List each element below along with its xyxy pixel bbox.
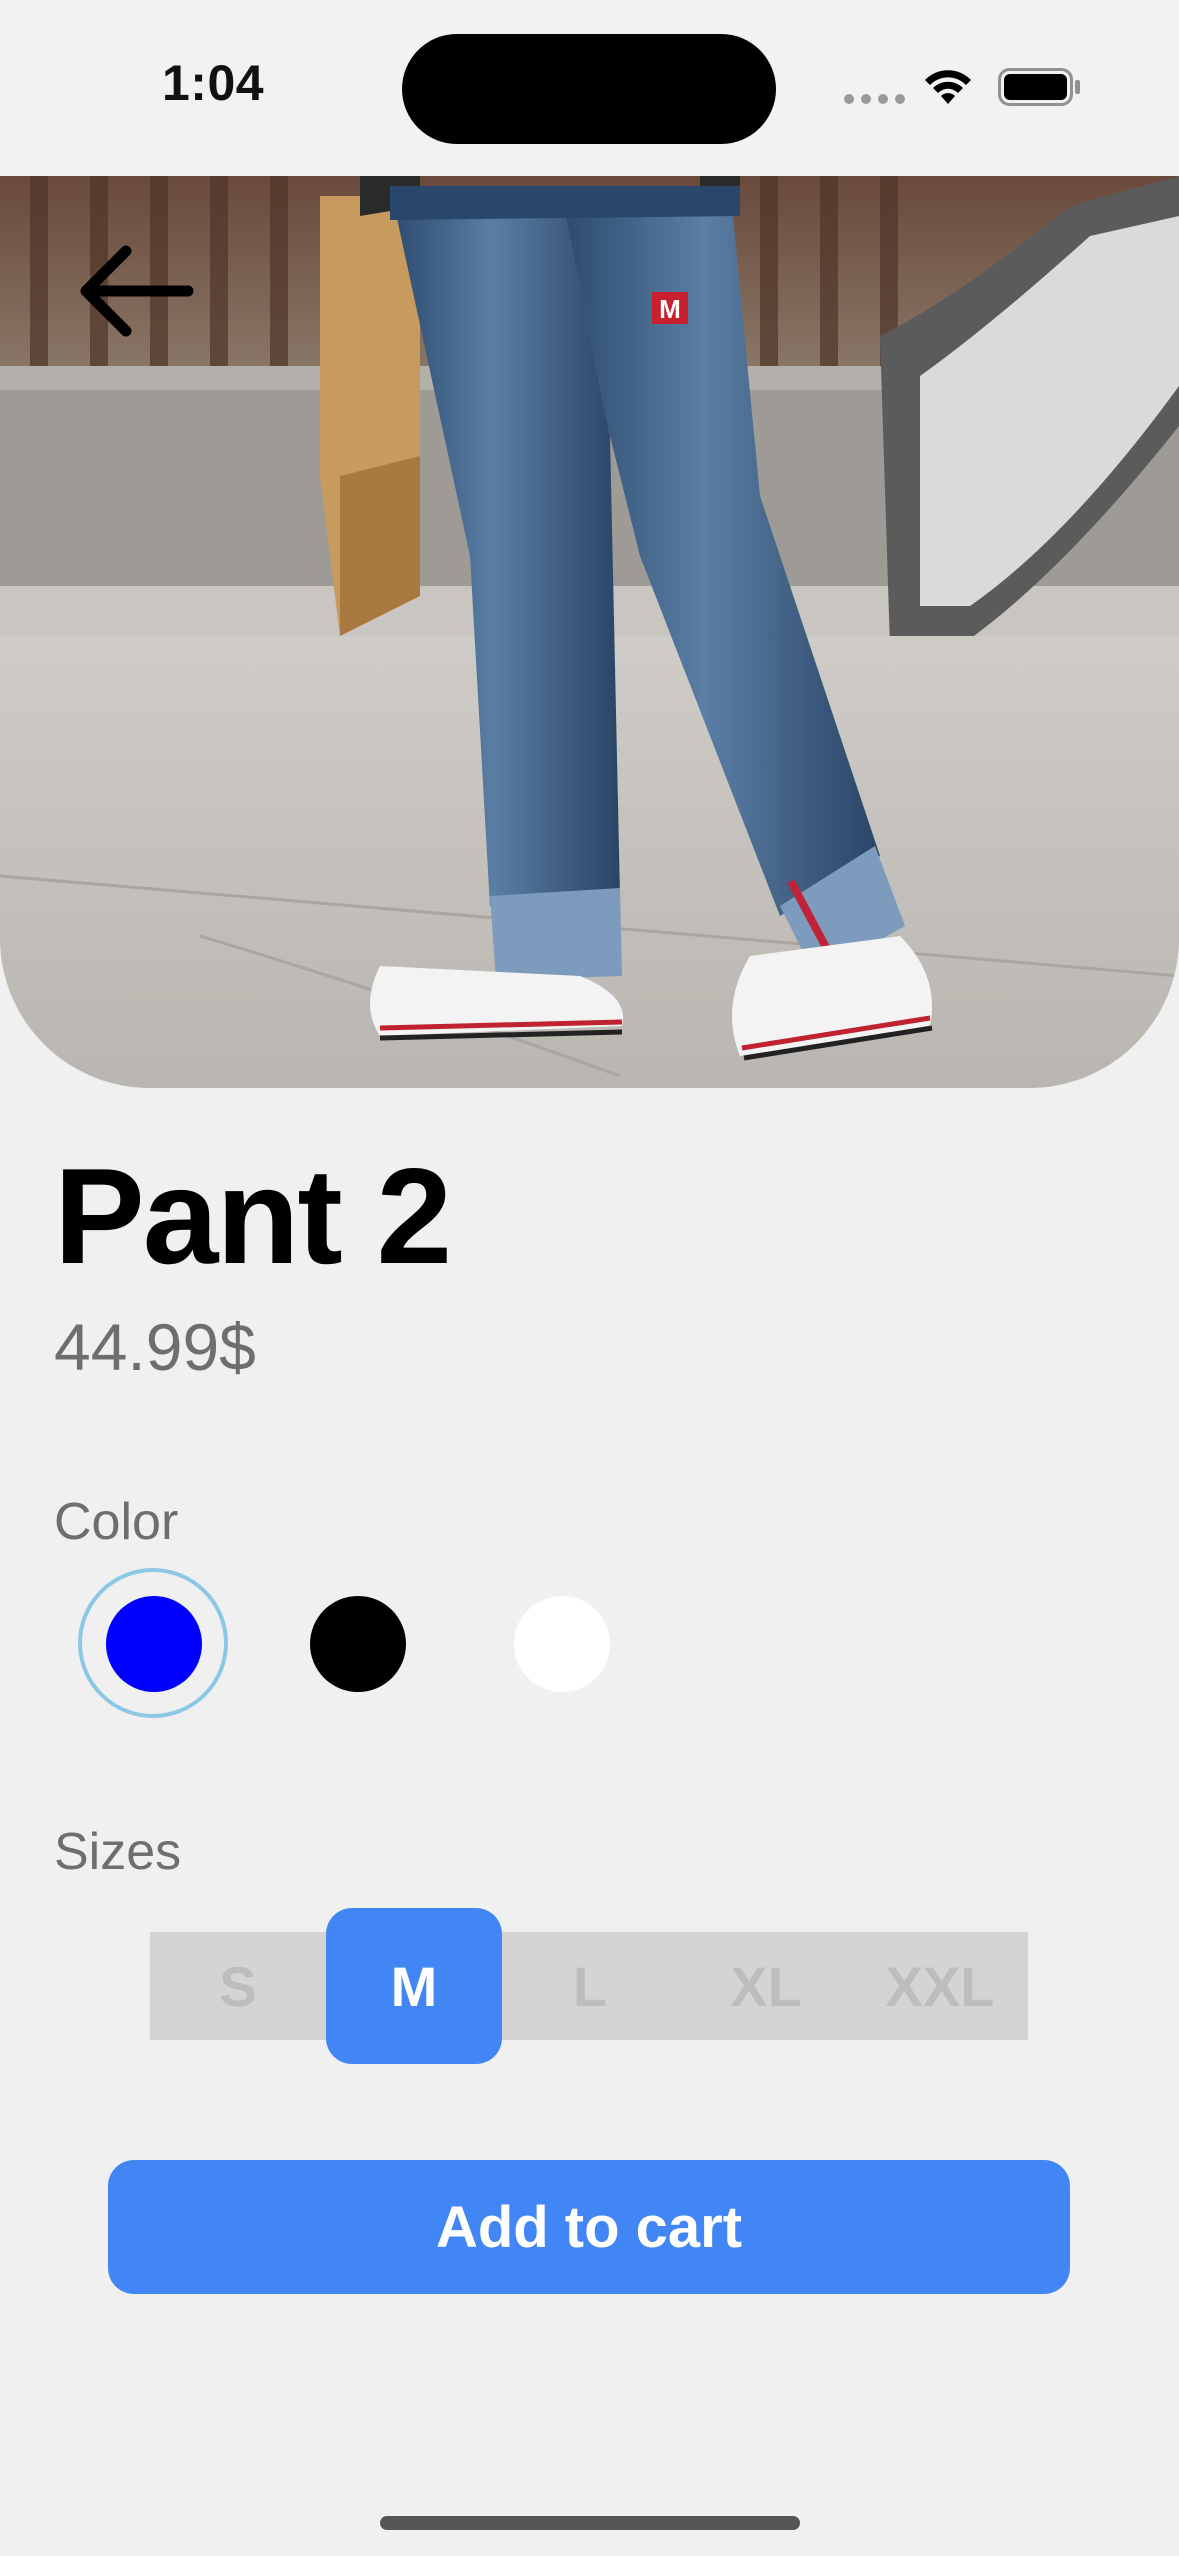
product-price: 44.99$ <box>54 1310 256 1384</box>
wifi-icon <box>925 70 971 104</box>
dynamic-island <box>402 34 776 144</box>
product-title: Pant 2 <box>54 1140 452 1292</box>
size-option-xxl[interactable]: XXL <box>852 1932 1028 2040</box>
size-option-l[interactable]: L <box>502 1932 678 2040</box>
size-option-s[interactable]: S <box>150 1932 326 2040</box>
color-swatch-white[interactable] <box>514 1596 610 1692</box>
add-to-cart-button[interactable]: Add to cart <box>108 2160 1070 2294</box>
size-option-m[interactable]: M <box>326 1908 502 2064</box>
battery-icon <box>998 68 1080 106</box>
color-label: Color <box>54 1493 179 1551</box>
cellular-dots-icon <box>844 94 905 104</box>
home-indicator[interactable] <box>380 2516 800 2530</box>
status-bar: 1:04 <box>0 0 1179 176</box>
status-time: 1:04 <box>162 55 265 111</box>
size-option-xl[interactable]: XL <box>678 1932 854 2040</box>
color-swatch-blue[interactable] <box>106 1596 202 1692</box>
back-arrow-icon[interactable] <box>76 236 194 346</box>
color-swatch-black[interactable] <box>310 1596 406 1692</box>
brand-tag: M <box>659 294 681 324</box>
sizes-label: Sizes <box>54 1823 182 1881</box>
